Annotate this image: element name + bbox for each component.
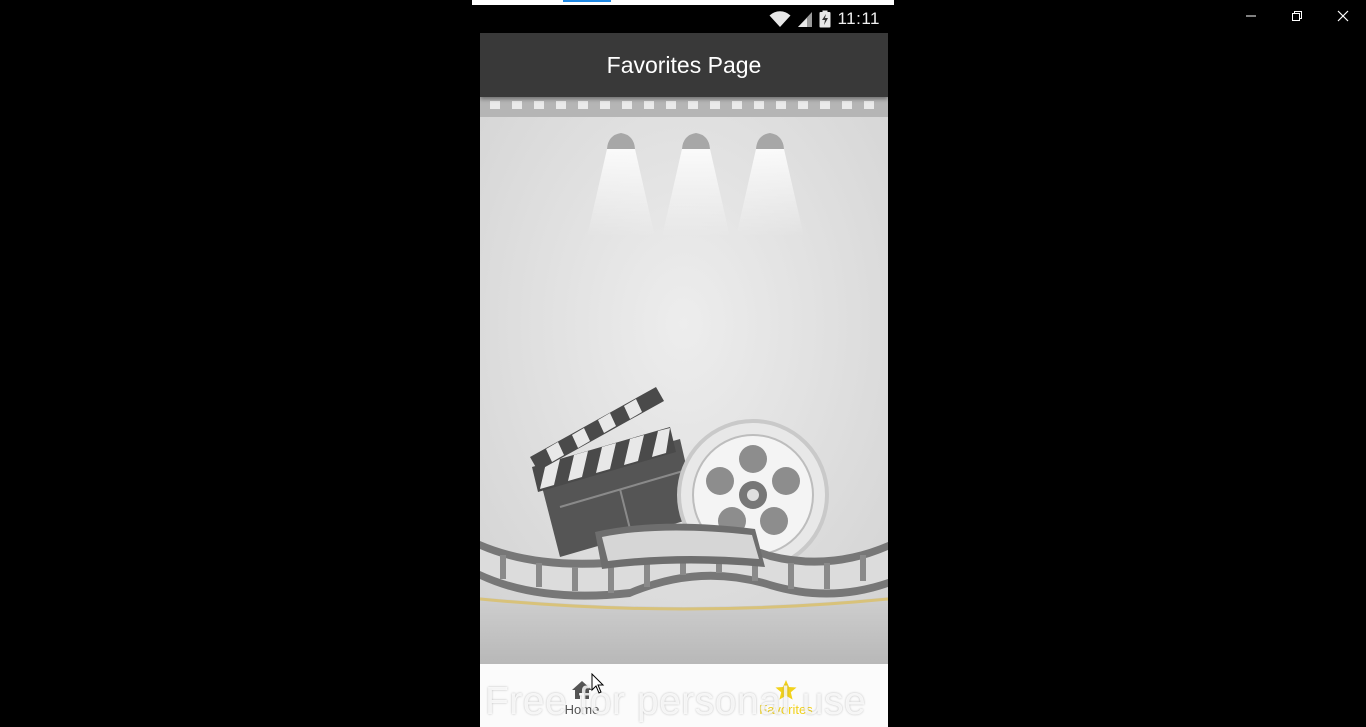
close-button[interactable]: [1320, 0, 1366, 32]
cinema-background-image: [480, 97, 888, 664]
minimize-button[interactable]: [1228, 0, 1274, 32]
status-time: 11:11: [837, 9, 880, 28]
status-bar: 11:11: [480, 5, 888, 33]
close-icon: [1337, 10, 1349, 22]
signal-icon: [798, 12, 813, 27]
cinema-background: [480, 97, 888, 664]
window-controls: [1228, 0, 1366, 32]
nav-label-favorites: Favorites: [759, 701, 813, 717]
toolbar-accent: [563, 0, 611, 2]
nav-label-home: Home: [564, 701, 600, 717]
bottom-navigation: Home Favorites: [480, 664, 888, 727]
page-title: Favorites Page: [606, 51, 762, 78]
app-bar: Favorites Page: [480, 33, 888, 97]
minimize-icon: [1246, 15, 1256, 17]
nav-item-home[interactable]: Home: [480, 664, 684, 727]
wifi-icon: [769, 11, 791, 27]
phone-screen: Favorites Page Home Favorites: [480, 33, 888, 727]
star-icon: [775, 679, 797, 700]
restore-icon: [1292, 11, 1302, 21]
restore-button[interactable]: [1274, 0, 1320, 32]
mouse-cursor-icon: [591, 673, 605, 694]
nav-item-favorites[interactable]: Favorites: [684, 664, 888, 727]
battery-charging-icon: [819, 10, 831, 28]
